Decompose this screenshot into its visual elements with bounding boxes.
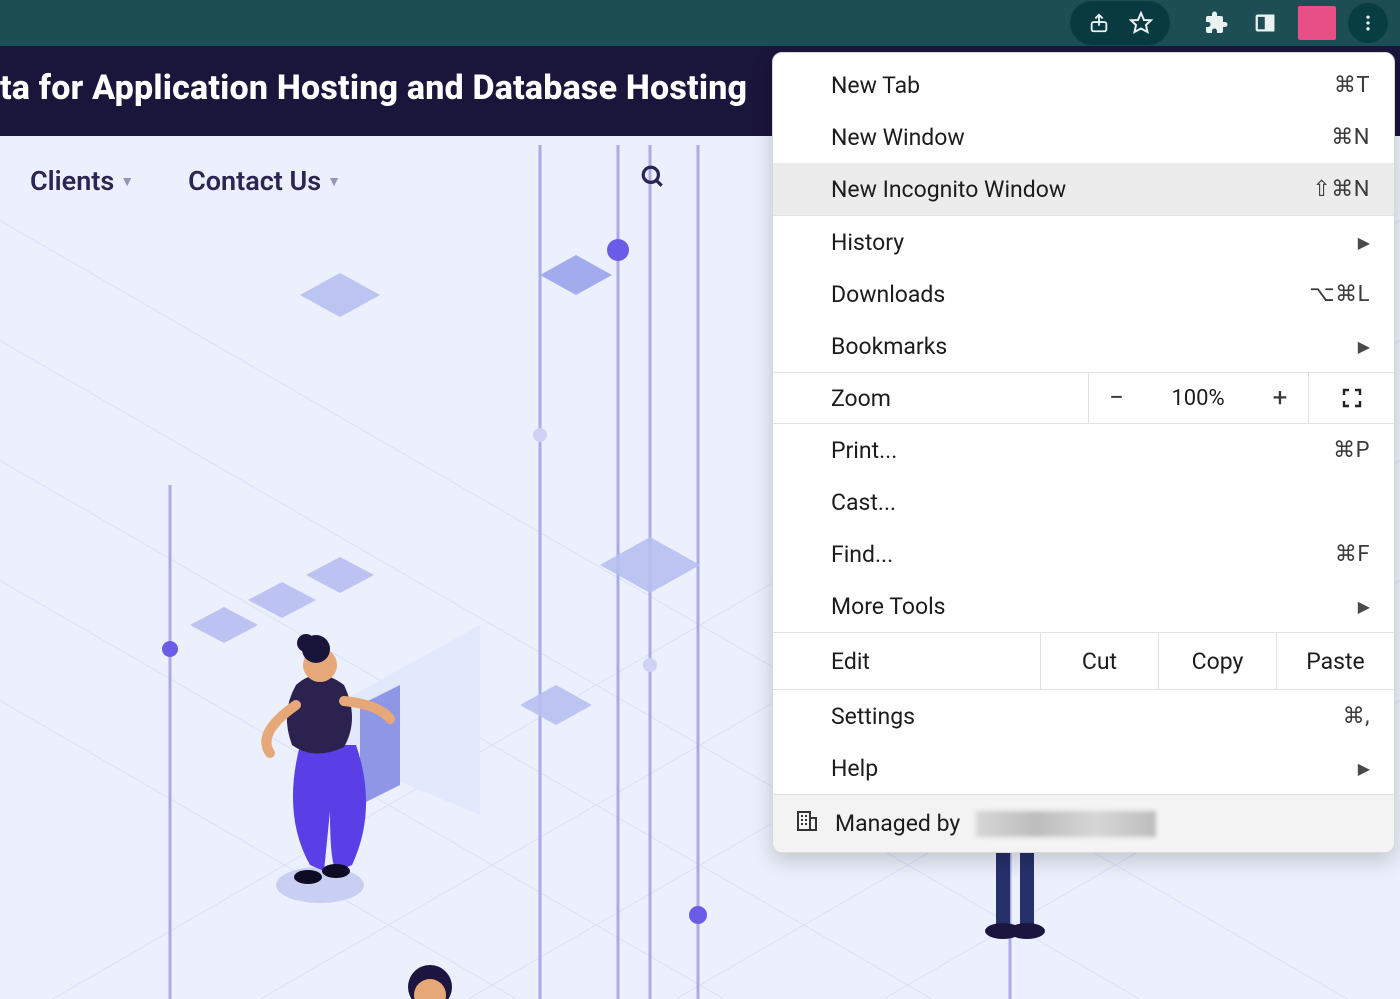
- menu-shortcut: ⌘T: [1334, 73, 1370, 98]
- menu-label: Downloads: [831, 281, 945, 308]
- edit-cut-button[interactable]: Cut: [1040, 633, 1158, 689]
- menu-shortcut: ⌥⌘L: [1309, 282, 1370, 307]
- submenu-arrow-icon: ▶: [1358, 233, 1370, 252]
- chevron-down-icon: ▼: [120, 173, 134, 190]
- submenu-arrow-icon: ▶: [1358, 337, 1370, 356]
- profile-avatar[interactable]: [1298, 6, 1336, 40]
- browser-toolbar: [0, 0, 1400, 46]
- menu-label: Settings: [831, 703, 915, 730]
- edit-copy-button[interactable]: Copy: [1158, 633, 1276, 689]
- menu-settings[interactable]: Settings ⌘,: [773, 690, 1394, 742]
- extensions-icon[interactable]: [1196, 5, 1238, 41]
- menu-shortcut: ⌘P: [1333, 438, 1370, 463]
- menu-edit-label: Edit: [773, 633, 1040, 689]
- menu-history[interactable]: History ▶: [773, 216, 1394, 268]
- edit-paste-button[interactable]: Paste: [1276, 633, 1394, 689]
- menu-more-tools[interactable]: More Tools ▶: [773, 580, 1394, 632]
- menu-managed-by[interactable]: Managed by: [773, 794, 1394, 852]
- nav-label: Contact Us: [188, 165, 321, 197]
- menu-zoom-row: Zoom − 100% +: [773, 372, 1394, 424]
- nav-clients[interactable]: Clients ▼: [30, 165, 134, 197]
- menu-print[interactable]: Print... ⌘P: [773, 424, 1394, 476]
- menu-label: History: [831, 229, 904, 256]
- menu-new-tab[interactable]: New Tab ⌘T: [773, 53, 1394, 111]
- banner-title: ta for Application Hosting and Database …: [0, 68, 747, 108]
- menu-cast[interactable]: Cast...: [773, 476, 1394, 528]
- menu-label: More Tools: [831, 593, 946, 620]
- menu-new-incognito[interactable]: New Incognito Window ⇧⌘N: [773, 163, 1394, 215]
- fullscreen-button[interactable]: [1308, 373, 1394, 423]
- address-actions-group: [1070, 1, 1170, 45]
- zoom-value: 100%: [1144, 373, 1252, 423]
- menu-edit-row: Edit Cut Copy Paste: [773, 632, 1394, 690]
- submenu-arrow-icon: ▶: [1358, 597, 1370, 616]
- menu-label: Print...: [831, 437, 897, 464]
- chevron-down-icon: ▼: [327, 173, 341, 190]
- menu-label: Help: [831, 755, 878, 782]
- managed-label: Managed by: [835, 810, 960, 837]
- zoom-out-button[interactable]: −: [1088, 373, 1144, 423]
- org-icon: [795, 809, 819, 839]
- menu-shortcut: ⌘N: [1331, 125, 1370, 150]
- menu-shortcut: ⌘F: [1335, 542, 1370, 567]
- menu-label: New Incognito Window: [831, 176, 1066, 203]
- chrome-menu: New Tab ⌘T New Window ⌘N New Incognito W…: [772, 52, 1395, 853]
- share-icon[interactable]: [1078, 5, 1120, 41]
- zoom-in-button[interactable]: +: [1252, 373, 1308, 423]
- menu-shortcut: ⇧⌘N: [1312, 177, 1370, 202]
- menu-shortcut: ⌘,: [1343, 704, 1370, 729]
- search-icon[interactable]: [640, 164, 666, 194]
- nav-label: Clients: [30, 165, 114, 197]
- menu-new-window[interactable]: New Window ⌘N: [773, 111, 1394, 163]
- menu-bookmarks[interactable]: Bookmarks ▶: [773, 320, 1394, 372]
- menu-label: New Window: [831, 124, 965, 151]
- menu-help[interactable]: Help ▶: [773, 742, 1394, 794]
- submenu-arrow-icon: ▶: [1358, 759, 1370, 778]
- menu-label: Bookmarks: [831, 333, 947, 360]
- menu-zoom-label: Zoom: [773, 373, 1088, 423]
- managed-org-redacted: [976, 811, 1156, 837]
- menu-label: New Tab: [831, 72, 920, 99]
- menu-button[interactable]: [1348, 3, 1388, 43]
- menu-downloads[interactable]: Downloads ⌥⌘L: [773, 268, 1394, 320]
- nav-contact[interactable]: Contact Us ▼: [188, 165, 341, 197]
- menu-label: Cast...: [831, 489, 896, 516]
- menu-find[interactable]: Find... ⌘F: [773, 528, 1394, 580]
- menu-label: Find...: [831, 541, 893, 568]
- bookmark-star-icon[interactable]: [1120, 5, 1162, 41]
- side-panel-icon[interactable]: [1244, 5, 1286, 41]
